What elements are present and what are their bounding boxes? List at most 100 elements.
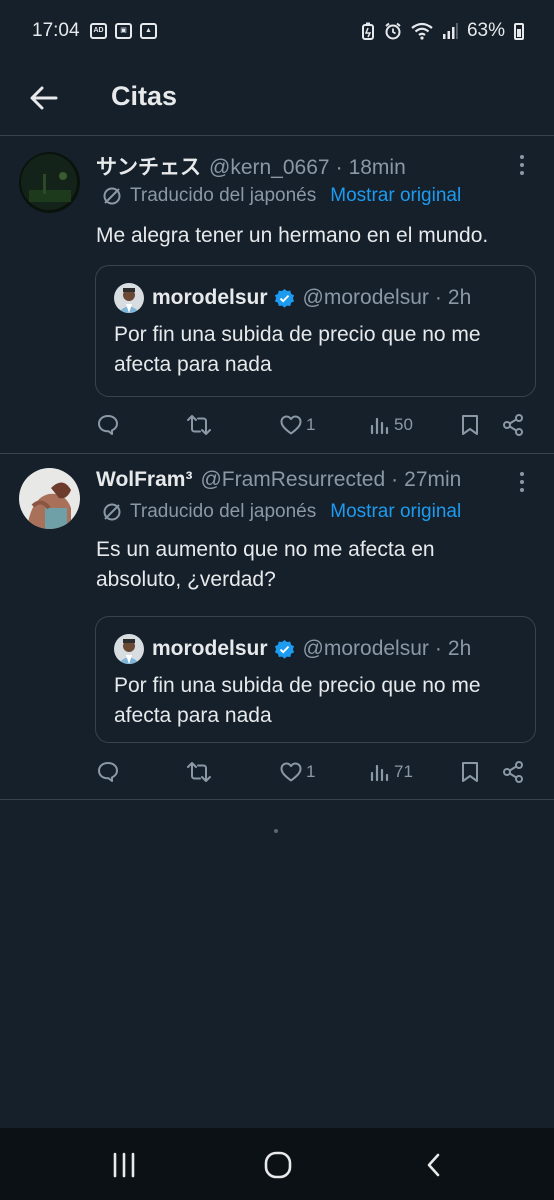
tweet[interactable]: WolFram³ @FramResurrected · 27min Traduc…: [0, 454, 554, 800]
avatar[interactable]: [19, 152, 80, 213]
like-count: 1: [306, 415, 316, 434]
bookmark-icon: [462, 415, 478, 435]
translate-icon: [103, 187, 121, 205]
ad-icon: AD: [90, 23, 107, 39]
views-icon: [370, 417, 389, 435]
tweet-time[interactable]: 27min: [404, 468, 461, 492]
recent-apps-button[interactable]: [104, 1148, 144, 1182]
alarm-icon: [385, 22, 401, 40]
home-icon: [264, 1151, 292, 1179]
tweet-time[interactable]: 18min: [349, 156, 406, 180]
separator: ·: [335, 156, 343, 179]
tweet-text: Es un aumento que no me afecta en absolu…: [96, 538, 435, 591]
reply-icon: [98, 415, 118, 435]
bookmark-button[interactable]: [459, 410, 481, 440]
status-time: 17:04: [32, 20, 80, 41]
heart-icon: [280, 415, 302, 435]
heart-icon: [280, 762, 302, 782]
reply-button[interactable]: [96, 757, 123, 787]
separator: ·: [434, 637, 442, 660]
back-icon: [427, 1153, 440, 1177]
header: Citas: [0, 62, 554, 136]
quote-time: 2h: [447, 286, 472, 309]
show-original-link[interactable]: Mostrar original: [330, 185, 461, 207]
retweet-icon: [187, 762, 211, 782]
like-button[interactable]: 1: [279, 410, 315, 440]
home-button[interactable]: [258, 1148, 298, 1182]
system-back-button[interactable]: [414, 1148, 454, 1182]
quote-avatar: [114, 634, 144, 664]
share-button[interactable]: [501, 410, 525, 440]
image-icon: ▲: [140, 23, 157, 39]
quote-header: morodelsur @morodelsur · 2h: [114, 634, 471, 664]
verified-badge-icon: [274, 288, 295, 309]
quoted-tweet[interactable]: morodelsur @morodelsur · 2h Por fin una …: [95, 616, 536, 743]
share-icon: [503, 761, 523, 783]
quote-avatar: [114, 283, 144, 313]
quote-author-handle: @morodelsur: [302, 637, 429, 660]
reply-button[interactable]: [96, 410, 123, 440]
battery-icon: [514, 22, 524, 40]
author-handle[interactable]: @FramResurrected: [200, 468, 385, 492]
quote-header: morodelsur @morodelsur · 2h: [114, 283, 471, 313]
quote-text: Por fin una subida de precio que no me a…: [114, 323, 481, 376]
reply-icon: [98, 762, 118, 782]
status-bar: 17:04 AD ▣ ▲ 63%: [0, 0, 554, 62]
quote-text: Por fin una subida de precio que no me a…: [114, 674, 481, 727]
views-icon: [370, 764, 389, 782]
page-title: Citas: [111, 81, 178, 111]
translated-label: Traducido del japonés: [130, 501, 317, 522]
arrow-left-icon: [30, 86, 58, 110]
signal-icon: [442, 23, 458, 39]
like-count: 1: [306, 762, 316, 781]
notification-icons: AD ▣ ▲: [90, 23, 157, 39]
bookmark-button[interactable]: [459, 757, 481, 787]
like-button[interactable]: 1: [279, 757, 315, 787]
quoted-tweet[interactable]: morodelsur @morodelsur · 2h Por fin una …: [95, 265, 536, 397]
system-icons: 63%: [361, 20, 524, 42]
retweet-icon: [187, 415, 211, 435]
more-options-button[interactable]: [512, 468, 532, 496]
bookmark-icon: [462, 762, 478, 782]
views-count: 50: [394, 415, 413, 434]
translation-row: Traducido del japonés Mostrar original: [102, 501, 461, 523]
views-button[interactable]: 71: [369, 757, 413, 787]
translated-label: Traducido del japonés: [130, 185, 317, 206]
retweet-button[interactable]: [186, 757, 215, 787]
battery-saver-icon: [361, 22, 374, 40]
separator: ·: [434, 286, 442, 309]
action-bar: 1 71: [96, 757, 526, 787]
views-button[interactable]: 50: [369, 410, 413, 440]
translate-icon: [103, 503, 121, 521]
translation-row: Traducido del japonés Mostrar original: [102, 185, 461, 207]
share-button[interactable]: [501, 757, 525, 787]
recent-apps-icon: [113, 1152, 135, 1178]
separator: ·: [391, 468, 399, 491]
action-bar: 1 50: [96, 410, 526, 440]
share-icon: [503, 414, 523, 436]
battery-percent: 63%: [466, 20, 505, 41]
author-name[interactable]: サンチェス: [96, 151, 201, 181]
tweet-header: サンチェス @kern_0667 · 18min: [96, 151, 406, 181]
more-options-button[interactable]: [512, 151, 532, 179]
author-name[interactable]: WolFram³: [96, 468, 192, 492]
quote-time: 2h: [447, 637, 472, 660]
wifi-icon: [411, 22, 433, 40]
tweet[interactable]: サンチェス @kern_0667 · 18min Traducido del j…: [0, 137, 554, 454]
verified-badge-icon: [274, 639, 295, 660]
quote-author-handle: @morodelsur: [302, 286, 429, 309]
quote-author-name: morodelsur: [152, 637, 268, 660]
show-original-link[interactable]: Mostrar original: [330, 501, 461, 523]
retweet-button[interactable]: [186, 410, 215, 440]
loading-indicator: [274, 829, 278, 833]
tweet-text: Me alegra tener un hermano en el mundo.: [96, 224, 489, 247]
tweet-header: WolFram³ @FramResurrected · 27min: [96, 468, 461, 492]
back-button[interactable]: [26, 80, 62, 116]
avatar[interactable]: [19, 468, 80, 529]
more-dots-icon: [520, 155, 524, 159]
app-icon: ▣: [115, 23, 132, 39]
quote-author-name: morodelsur: [152, 286, 268, 309]
more-dots-icon: [520, 472, 524, 476]
author-handle[interactable]: @kern_0667: [209, 156, 330, 180]
views-count: 71: [394, 762, 413, 781]
